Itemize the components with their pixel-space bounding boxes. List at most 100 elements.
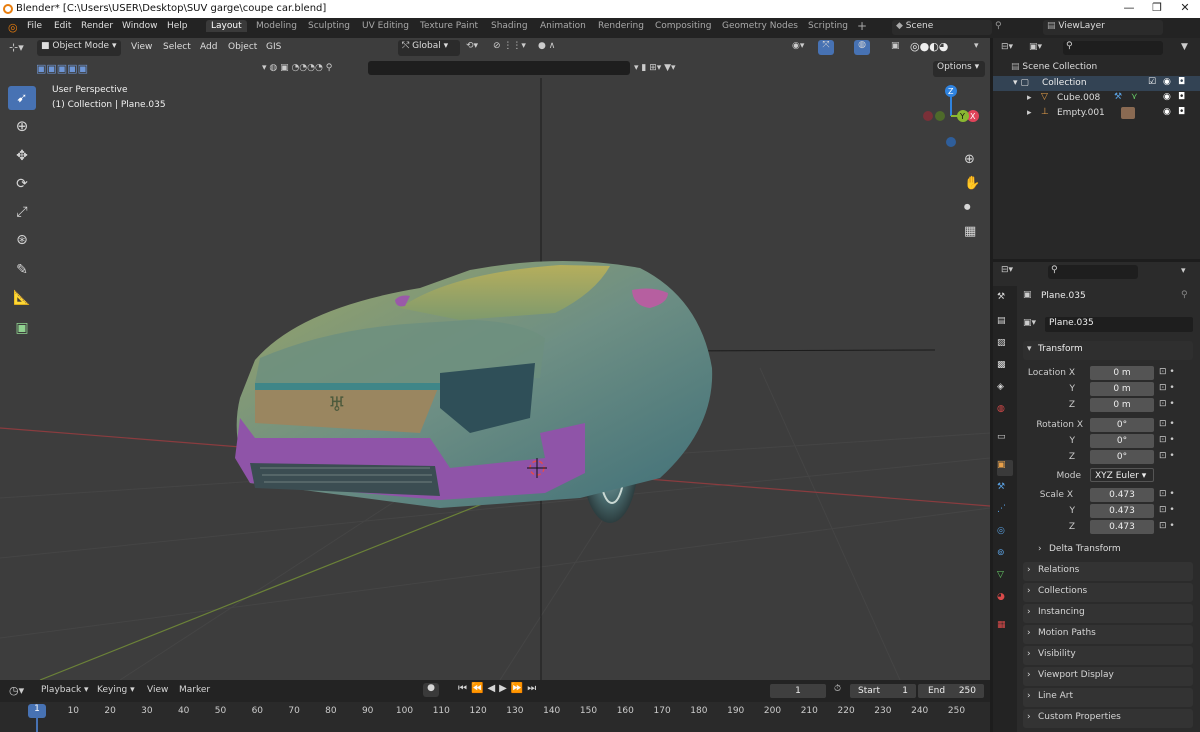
modifier-tab-icon[interactable]: ⚒: [997, 482, 1013, 498]
pan-hand-icon[interactable]: ✋: [964, 176, 980, 191]
current-frame-field[interactable]: 1: [770, 684, 826, 698]
menu-help[interactable]: Help: [167, 21, 188, 31]
delta-transform-header[interactable]: › Delta Transform: [1033, 542, 1193, 558]
eye-icon[interactable]: ◉: [1163, 92, 1171, 102]
motion-paths-panel[interactable]: › Motion Paths: [1023, 625, 1193, 644]
tab-layout[interactable]: Layout: [206, 20, 247, 32]
navigation-gizmo[interactable]: Z Y X: [918, 84, 984, 154]
tab-scripting[interactable]: Scripting: [808, 21, 848, 31]
shading-dropdown-icon[interactable]: ▾: [974, 41, 979, 51]
viewport-menu-select[interactable]: Select: [163, 42, 191, 52]
proportional-edit-icon[interactable]: ● ∧: [538, 41, 555, 51]
particles-tab-icon[interactable]: ⋰: [997, 504, 1013, 520]
minimize-button[interactable]: —: [1115, 1, 1143, 14]
checkbox-icon[interactable]: ☑: [1148, 77, 1156, 87]
scene-selector[interactable]: ◆ Scene: [892, 20, 992, 35]
physics-tab-icon[interactable]: ◎: [997, 526, 1013, 542]
outliner-filter-icon[interactable]: ▼: [1181, 42, 1188, 52]
add-workspace-button[interactable]: +: [857, 19, 867, 33]
scale-tool[interactable]: ⤢: [8, 200, 36, 224]
output-tab-icon[interactable]: ▨: [997, 338, 1013, 354]
constraints-tab-icon[interactable]: ⊚: [997, 548, 1013, 564]
lock-icon[interactable]: ⊡ •: [1159, 383, 1175, 393]
start-frame-field[interactable]: Start 1: [850, 684, 916, 698]
rotation-y-field[interactable]: 0°: [1090, 434, 1154, 448]
outliner-row-collection[interactable]: ▾ ▢ Collection ☑ ◉ ◘: [993, 76, 1200, 91]
overlay-toggle-icon[interactable]: ◍: [854, 40, 870, 55]
rotate-tool[interactable]: ⟳: [8, 172, 36, 196]
select-box-tool[interactable]: ➹: [8, 86, 36, 110]
location-z-field[interactable]: 0 m: [1090, 398, 1154, 412]
outliner-row-empty[interactable]: ▸ ⊥ Empty.001 ◉ ◘: [993, 106, 1200, 121]
playback-controls[interactable]: ⏮⏪◀▶⏩⏭: [458, 683, 540, 694]
timeline-menu-playback[interactable]: Playback ▾: [41, 685, 89, 695]
render-camera-icon[interactable]: ◘: [1178, 107, 1185, 117]
location-x-field[interactable]: 0 m: [1090, 366, 1154, 380]
pivot-icon[interactable]: ⟲▾: [466, 41, 478, 51]
viewlayer-selector[interactable]: ▤ ViewLayer: [1043, 20, 1163, 35]
tab-texture-paint[interactable]: Texture Paint: [420, 21, 478, 31]
viewport-display-panel[interactable]: › Viewport Display: [1023, 667, 1193, 686]
visibility-icon[interactable]: ◉▾: [792, 41, 804, 51]
render-camera-icon[interactable]: ◘: [1178, 92, 1185, 102]
zoom-icon[interactable]: ⊕: [964, 152, 975, 167]
viewport-menu-object[interactable]: Object: [228, 42, 257, 52]
tab-animation[interactable]: Animation: [540, 21, 586, 31]
3d-viewport[interactable]: ♅ ⊹▾ ■ Object Mode ▾ View Select Add Obj…: [0, 38, 990, 680]
texture-tab-icon[interactable]: ▦: [997, 620, 1013, 636]
filter-icons[interactable]: ▾ ◍ ▣ ◔◔◔◔ ⚲: [262, 63, 332, 73]
end-frame-field[interactable]: End 250: [918, 684, 984, 698]
outliner-editor-icon[interactable]: ⊟▾: [1001, 42, 1013, 52]
render-camera-icon[interactable]: ◘: [1178, 77, 1185, 87]
line-art-panel[interactable]: › Line Art: [1023, 688, 1193, 707]
location-y-field[interactable]: 0 m: [1090, 382, 1154, 396]
expand-arrow-icon[interactable]: ▾ ▢: [1013, 78, 1029, 88]
world-tab-icon[interactable]: ◍: [997, 404, 1013, 420]
car-model[interactable]: ♅: [235, 260, 713, 523]
gizmo-toggle-icon[interactable]: ⤧: [818, 40, 834, 55]
data-tab-icon[interactable]: ▽: [997, 570, 1013, 586]
shading-modes-icon[interactable]: ◎●◐◕: [910, 40, 948, 53]
scene-tab-icon[interactable]: ◈: [997, 382, 1013, 398]
relations-panel[interactable]: › Relations: [1023, 562, 1193, 581]
lock-icon[interactable]: ⊡ •: [1159, 451, 1175, 461]
annotate-tool[interactable]: ✎: [8, 258, 36, 282]
lock-icon[interactable]: ⊡ •: [1159, 435, 1175, 445]
timeline-menu-view[interactable]: View: [147, 685, 168, 695]
viewport-menu-view[interactable]: View: [131, 42, 152, 52]
visibility-panel[interactable]: › Visibility: [1023, 646, 1193, 665]
viewport-menu-add[interactable]: Add: [200, 42, 217, 52]
tab-rendering[interactable]: Rendering: [598, 21, 644, 31]
editor-type-icon[interactable]: ⊹▾: [9, 41, 24, 54]
instancing-panel[interactable]: › Instancing: [1023, 604, 1193, 623]
transform-panel-header[interactable]: ▾ Transform: [1023, 341, 1193, 360]
playhead-frame[interactable]: 1: [28, 704, 46, 718]
bookmark-filter-icons[interactable]: ▾ ▮ ⊞▾ ▼▾: [634, 63, 676, 73]
lock-icon[interactable]: ⊡ •: [1159, 505, 1175, 515]
scale-z-field[interactable]: 0.473: [1090, 520, 1154, 534]
measure-tool[interactable]: 📐: [8, 286, 36, 310]
tab-compositing[interactable]: Compositing: [655, 21, 711, 31]
object-name-field[interactable]: Plane.035: [1045, 317, 1193, 332]
camera-icon[interactable]: ⏺: [964, 200, 971, 215]
transform-orientation[interactable]: ⤲ Global ▾: [398, 40, 460, 56]
properties-options-icon[interactable]: ▾: [1181, 266, 1186, 276]
material-tab-icon[interactable]: ◕: [997, 592, 1013, 608]
lock-icon[interactable]: ⊡ •: [1159, 399, 1175, 409]
viewport-search-input[interactable]: [368, 61, 630, 75]
cursor-tool[interactable]: ⊕: [8, 114, 36, 138]
custom-properties-panel[interactable]: › Custom Properties: [1023, 709, 1193, 728]
blender-menu-icon[interactable]: ◎: [8, 21, 18, 34]
rotation-mode-select[interactable]: XYZ Euler ▾: [1090, 468, 1154, 482]
properties-editor-icon[interactable]: ⊟▾: [1001, 265, 1013, 275]
menu-edit[interactable]: Edit: [54, 21, 71, 31]
eye-icon[interactable]: ◉: [1163, 107, 1171, 117]
expand-arrow-icon[interactable]: ▸: [1027, 108, 1032, 118]
tab-uv-editing[interactable]: UV Editing: [362, 21, 409, 31]
tab-shading[interactable]: Shading: [491, 21, 528, 31]
display-mode-icon[interactable]: ▣▾: [1029, 42, 1042, 52]
add-cube-tool[interactable]: ▣: [8, 316, 36, 340]
collections-panel[interactable]: › Collections: [1023, 583, 1193, 602]
tab-sculpting[interactable]: Sculpting: [308, 21, 350, 31]
collection-tab-icon[interactable]: ▭: [997, 432, 1013, 448]
